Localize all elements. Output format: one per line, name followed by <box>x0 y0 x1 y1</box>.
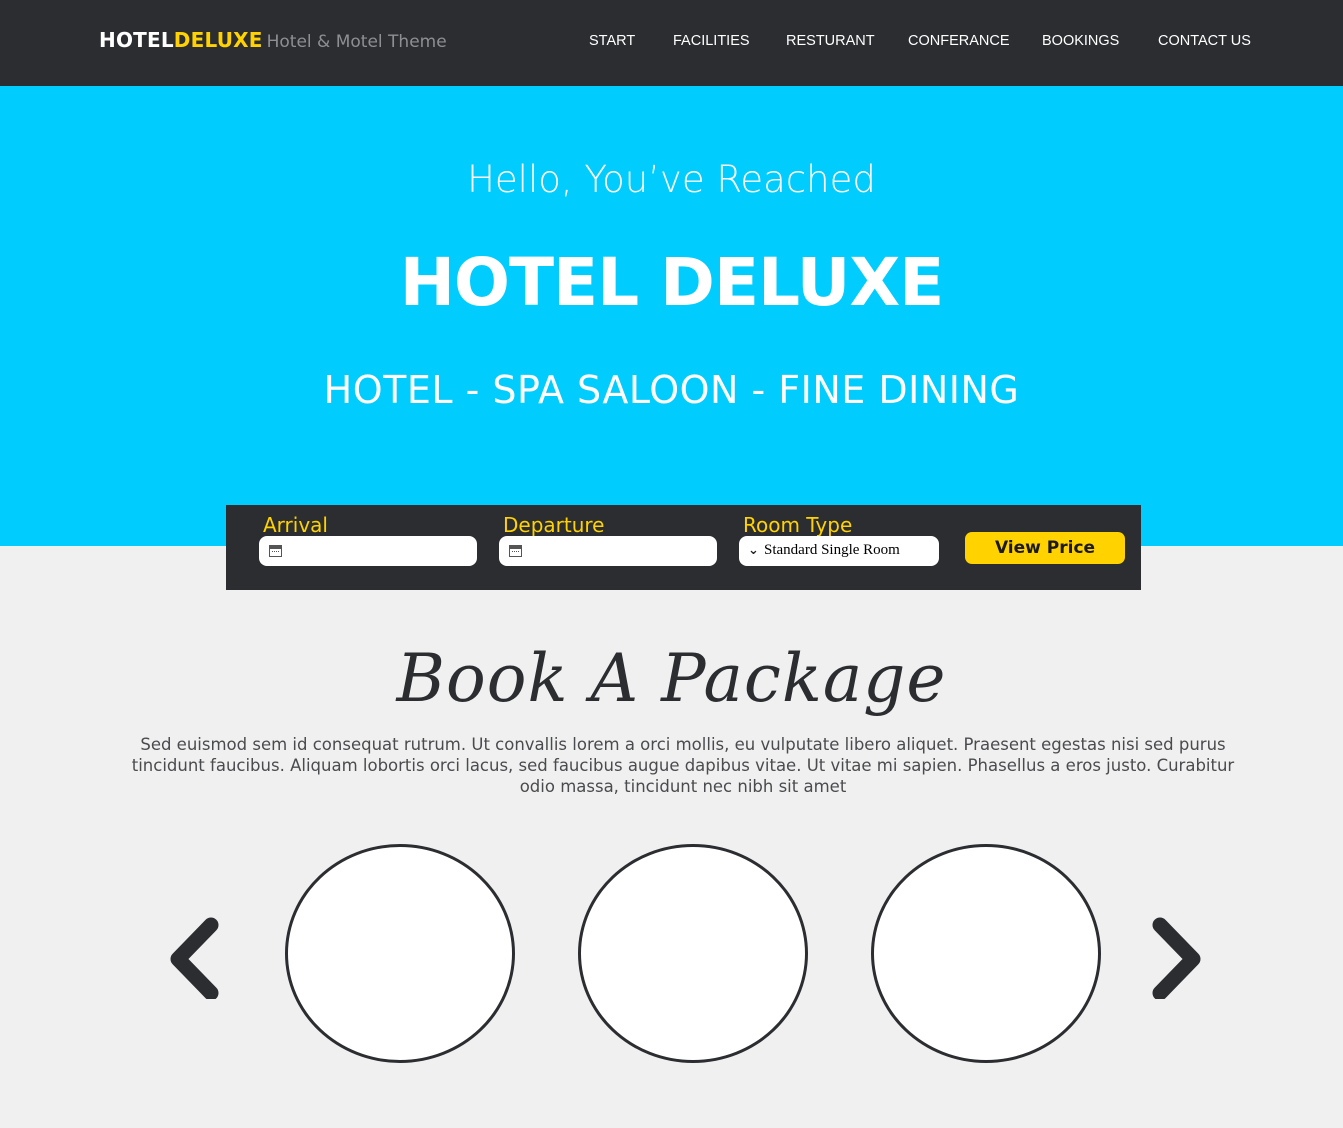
departure-date-input[interactable] <box>499 536 717 566</box>
nav-item-restaurant[interactable]: RESTURANT <box>786 33 875 49</box>
hero-subtitle: HOTEL - SPA SALOON - FINE DINING <box>323 368 1020 412</box>
package-item-2[interactable] <box>578 844 808 1063</box>
packages-description: Sed euismod sem id consequat rutrum. Ut … <box>131 735 1235 796</box>
room-type-value: Standard Single Room <box>764 542 900 558</box>
nav-item-facilities[interactable]: FACILITIES <box>673 33 750 49</box>
room-type-select[interactable]: ⌄ Standard Single Room <box>739 536 939 566</box>
view-price-button[interactable]: View Price <box>965 532 1125 564</box>
site-header: HOTEL DELUXE Hotel & Motel Theme START F… <box>0 0 1343 86</box>
booking-bar: Arrival Departure Room Type ⌄ Standard S… <box>226 505 1141 590</box>
chevron-right-icon[interactable] <box>1147 915 1207 999</box>
chevron-left-icon[interactable] <box>164 915 224 999</box>
arrival-date-input[interactable] <box>259 536 477 566</box>
main-nav: START FACILITIES RESTURANT CONFERANCE BO… <box>0 33 1343 53</box>
departure-label: Departure <box>503 513 605 537</box>
nav-item-start[interactable]: START <box>589 33 635 49</box>
hero-banner: Hello, You’ve Reached HOTEL DELUXE HOTEL… <box>0 86 1343 546</box>
calendar-icon <box>269 545 282 557</box>
arrival-label: Arrival <box>263 513 328 537</box>
nav-item-contact-us[interactable]: CONTACT US <box>1158 33 1251 49</box>
nav-item-conference[interactable]: CONFERANCE <box>908 33 1010 49</box>
calendar-icon <box>509 545 522 557</box>
packages-title: Book A Package <box>396 640 947 717</box>
nav-item-bookings[interactable]: BOOKINGS <box>1042 33 1119 49</box>
chevron-down-icon: ⌄ <box>748 543 759 558</box>
hero-greeting: Hello, You’ve Reached <box>467 158 876 201</box>
package-item-1[interactable] <box>285 844 515 1063</box>
room-type-label: Room Type <box>743 513 853 537</box>
hero-title: HOTEL DELUXE <box>399 244 945 321</box>
package-item-3[interactable] <box>871 844 1101 1063</box>
